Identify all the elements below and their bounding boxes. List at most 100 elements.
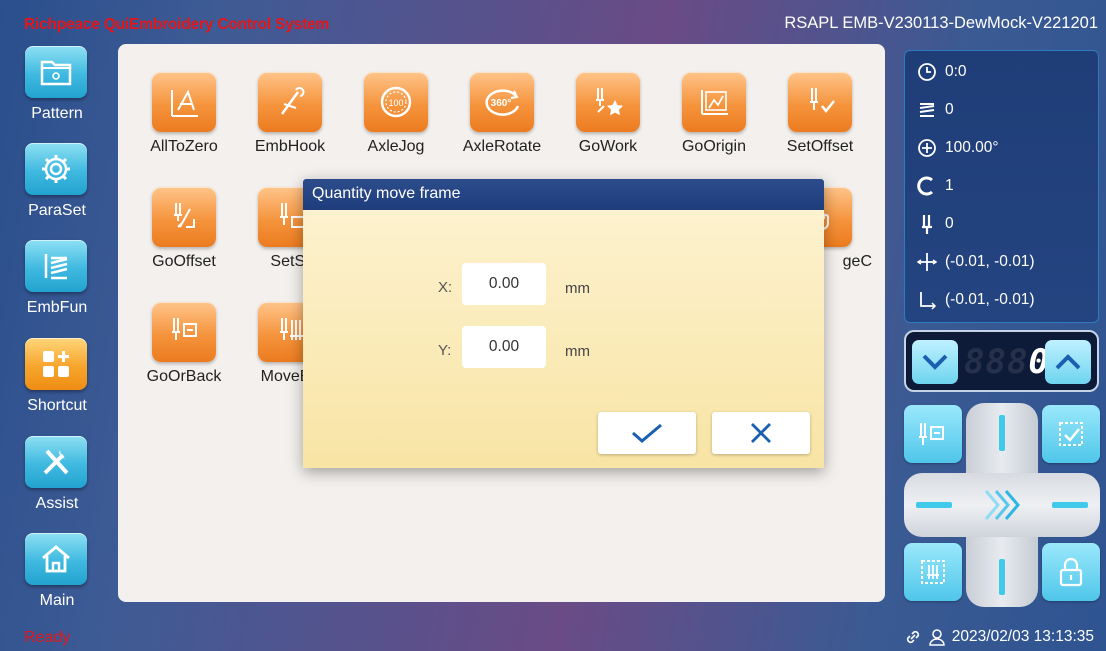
- status-origin-value: (-0.01, -0.01): [945, 291, 1035, 308]
- emb-hook-icon: [258, 72, 322, 132]
- confirm-button[interactable]: [598, 412, 696, 454]
- close-icon: [751, 423, 771, 443]
- version-label: RSAPL EMB-V230113-DewMock-V221201: [784, 14, 1098, 32]
- color-c-icon: [917, 176, 933, 196]
- sidebar-item-embfun[interactable]: EmbFun: [14, 240, 100, 332]
- go-work-button[interactable]: GoWork: [546, 72, 650, 172]
- plus-circle-icon: [918, 139, 936, 157]
- status-color-value: 1: [945, 177, 954, 194]
- sidebar: Pattern ParaSet EmbFun Shortcut Assist M…: [14, 46, 100, 626]
- datetime-display: 2023/02/03 13:13:35: [904, 628, 1094, 646]
- axle-jog-button[interactable]: 100 AxleJog: [334, 72, 438, 172]
- all-to-zero-icon: [152, 72, 216, 132]
- status-time: 0:0: [917, 60, 967, 84]
- sidebar-item-label: Shortcut: [27, 397, 87, 414]
- clock-icon: [918, 63, 936, 81]
- status-stitches: 0: [917, 98, 954, 122]
- go-or-back-button[interactable]: GoOrBack: [122, 302, 226, 402]
- go-origin-button[interactable]: GoOrigin: [652, 72, 756, 172]
- gear-icon: [25, 143, 87, 195]
- grid-plus-icon: [25, 338, 87, 390]
- status-angle-value: 100.00°: [945, 139, 999, 156]
- frame-check-icon: [1059, 422, 1083, 446]
- counter-placeholder-digits: 888: [964, 342, 1029, 382]
- status-needle: 0: [917, 212, 954, 236]
- svg-text:100: 100: [388, 98, 403, 108]
- status-panel: 0:0 0 100.00° 1 0 (-0.01, -0.01) (-0.01,…: [904, 50, 1099, 323]
- move-left-button[interactable]: [916, 502, 952, 508]
- move-right-button[interactable]: [1052, 502, 1088, 508]
- frame-move-pad: [904, 403, 1100, 607]
- emb-hook-button[interactable]: EmbHook: [228, 72, 332, 172]
- x-offset-input[interactable]: [462, 263, 546, 305]
- chevron-up-icon: [1055, 354, 1081, 370]
- set-offset-icon: [788, 72, 852, 132]
- counter-display: 8880: [964, 340, 1049, 384]
- go-offset-icon: [152, 187, 216, 247]
- sidebar-item-label: Assist: [35, 495, 79, 512]
- chevron-down-icon: [922, 354, 948, 370]
- needle-icon: [922, 215, 932, 234]
- border-frame-icon: [921, 560, 945, 584]
- ready-status: Ready: [24, 629, 71, 646]
- dialog-title: Quantity move frame: [303, 179, 824, 210]
- status-position: (-0.01, -0.01): [917, 250, 1035, 274]
- move-down-button[interactable]: [999, 559, 1005, 595]
- sidebar-item-main[interactable]: Main: [14, 533, 100, 625]
- sidebar-item-label: ParaSet: [28, 202, 86, 219]
- decrement-button[interactable]: [912, 340, 958, 384]
- needle-frame-icon: [919, 423, 944, 445]
- speed-chevrons-icon[interactable]: [982, 487, 1022, 523]
- check-icon: [632, 423, 662, 443]
- frame-check-button[interactable]: [1042, 405, 1100, 463]
- y-unit: mm: [565, 343, 590, 360]
- sidebar-item-label: EmbFun: [26, 299, 88, 316]
- origin-axis-icon: [920, 292, 937, 310]
- go-work-icon: [576, 72, 640, 132]
- fn-label: SetOffset: [786, 138, 854, 155]
- axle-rotate-icon: 360°: [470, 72, 534, 132]
- status-needle-value: 0: [945, 215, 954, 232]
- counter-control: 8880: [904, 330, 1099, 392]
- go-offset-button[interactable]: GoOffset: [122, 187, 226, 287]
- border-frame-button[interactable]: [904, 543, 962, 601]
- stitch-icon: [25, 240, 87, 292]
- status-position-value: (-0.01, -0.01): [945, 253, 1035, 270]
- folder-icon: [25, 46, 87, 98]
- svg-text:360°: 360°: [491, 98, 512, 109]
- y-offset-input[interactable]: [462, 326, 546, 368]
- axle-jog-icon: 100: [364, 72, 428, 132]
- move-up-button[interactable]: [999, 415, 1005, 451]
- go-or-back-quick-button[interactable]: [904, 405, 962, 463]
- quantity-move-frame-dialog: Quantity move frame X: mm Y: mm: [303, 179, 824, 468]
- go-or-back-icon: [152, 302, 216, 362]
- set-offset-button[interactable]: SetOffset: [758, 72, 862, 172]
- sidebar-item-assist[interactable]: Assist: [14, 436, 100, 528]
- status-angle: 100.00°: [917, 136, 999, 160]
- all-to-zero-button[interactable]: AllToZero: [122, 72, 226, 172]
- y-label: Y:: [438, 342, 452, 359]
- home-icon: [25, 533, 87, 585]
- link-icon: [906, 630, 919, 644]
- tools-icon: [25, 436, 87, 488]
- sidebar-item-label: Main: [39, 592, 75, 609]
- sidebar-item-label: Pattern: [31, 105, 83, 122]
- axle-rotate-button[interactable]: 360° AxleRotate: [440, 72, 544, 172]
- sidebar-item-shortcut[interactable]: Shortcut: [14, 338, 100, 430]
- cancel-button[interactable]: [712, 412, 810, 454]
- go-origin-icon: [682, 72, 746, 132]
- status-color: 1: [917, 174, 954, 198]
- title-bar: Richpeace QuiEmbroidery Control System R…: [0, 0, 1106, 46]
- increment-button[interactable]: [1045, 340, 1091, 384]
- status-bar: Ready 2023/02/03 13:13:35: [0, 624, 1106, 651]
- sidebar-item-paraset[interactable]: ParaSet: [14, 143, 100, 235]
- sidebar-item-pattern[interactable]: Pattern: [14, 46, 100, 138]
- lock-icon: [1059, 557, 1083, 587]
- datetime-value: 2023/02/03 13:13:35: [951, 628, 1094, 645]
- status-time-value: 0:0: [945, 63, 967, 80]
- x-label: X:: [438, 279, 453, 296]
- lock-button[interactable]: [1042, 543, 1100, 601]
- status-stitches-value: 0: [945, 101, 954, 118]
- user-icon: [929, 629, 945, 646]
- crosshair-icon: [917, 253, 937, 271]
